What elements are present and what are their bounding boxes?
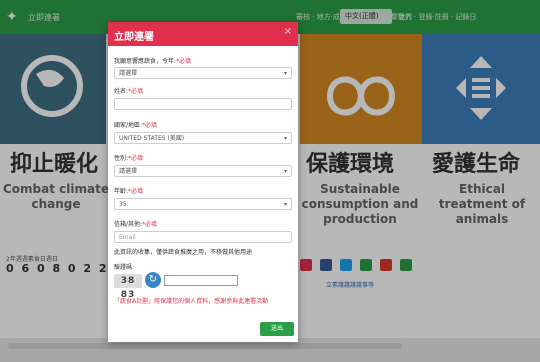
age-select[interactable]: 35 ▾	[114, 198, 292, 210]
chevron-down-icon: ▾	[283, 168, 287, 175]
chevron-down-icon: ▾	[283, 135, 287, 142]
gender-select[interactable]: 請選擇 ▾	[114, 165, 292, 177]
vegetarian-label: 我願意響應蔬食，今年:*必填	[114, 56, 191, 65]
required-mark: *必填	[128, 88, 144, 95]
chevron-down-icon: ▾	[283, 201, 287, 208]
email-label-text: 信箱/其他:	[114, 221, 143, 228]
required-mark: *必填	[176, 58, 192, 65]
required-mark: *必填	[142, 122, 158, 129]
country-label-text: 國家/地區:	[114, 122, 143, 129]
captcha-label: 驗證碼:	[114, 264, 135, 271]
name-input[interactable]	[114, 98, 292, 110]
refresh-icon[interactable]: ↻	[145, 272, 161, 288]
age-label-text: 年齡:	[114, 188, 129, 195]
close-icon[interactable]: ×	[284, 26, 292, 37]
chevron-down-icon: ▾	[283, 70, 287, 77]
name-label: 姓名:*必填	[114, 86, 143, 95]
vegetarian-select-value: 請選擇	[119, 70, 138, 77]
required-mark: *必填	[142, 221, 158, 228]
petition-modal: 立即連署 × 我願意響應蔬食，今年:*必填 請選擇 ▾ 姓名:*必填 國家/地區…	[108, 22, 298, 342]
name-label-text: 姓名:	[114, 88, 129, 95]
country-select-value: UNITED STATES (美國)	[119, 135, 185, 142]
vegetarian-select[interactable]: 請選擇 ▾	[114, 67, 292, 79]
email-input[interactable]: Email	[114, 231, 292, 243]
gender-label-text: 性別:	[114, 155, 129, 162]
age-label: 年齡:*必填	[114, 186, 143, 195]
modal-header: 立即連署 ×	[108, 22, 298, 46]
country-select[interactable]: UNITED STATES (美國) ▾	[114, 132, 292, 144]
submit-button[interactable]: 送出	[260, 322, 294, 336]
vegetarian-label-text: 我願意響應蔬食，今年:	[114, 58, 177, 65]
gender-select-value: 請選擇	[119, 168, 138, 175]
age-select-value: 35	[119, 201, 127, 208]
email-label: 信箱/其他:*必填	[114, 219, 157, 228]
privacy-note: 此資訊的收集，僅供蔬食推廣之用，不移做其他用途	[114, 249, 253, 256]
required-mark: *必填	[128, 188, 144, 195]
captcha-image: 38 83	[114, 274, 142, 300]
policy-note: 「蔬食A計劃」將保護您的個人資料，感謝參與此連署活動	[114, 298, 269, 305]
captcha-input[interactable]	[164, 275, 238, 286]
required-mark: *必填	[128, 155, 144, 162]
gender-label: 性別:*必填	[114, 153, 143, 162]
modal-title: 立即連署	[114, 32, 154, 43]
country-label: 國家/地區:*必填	[114, 120, 157, 129]
